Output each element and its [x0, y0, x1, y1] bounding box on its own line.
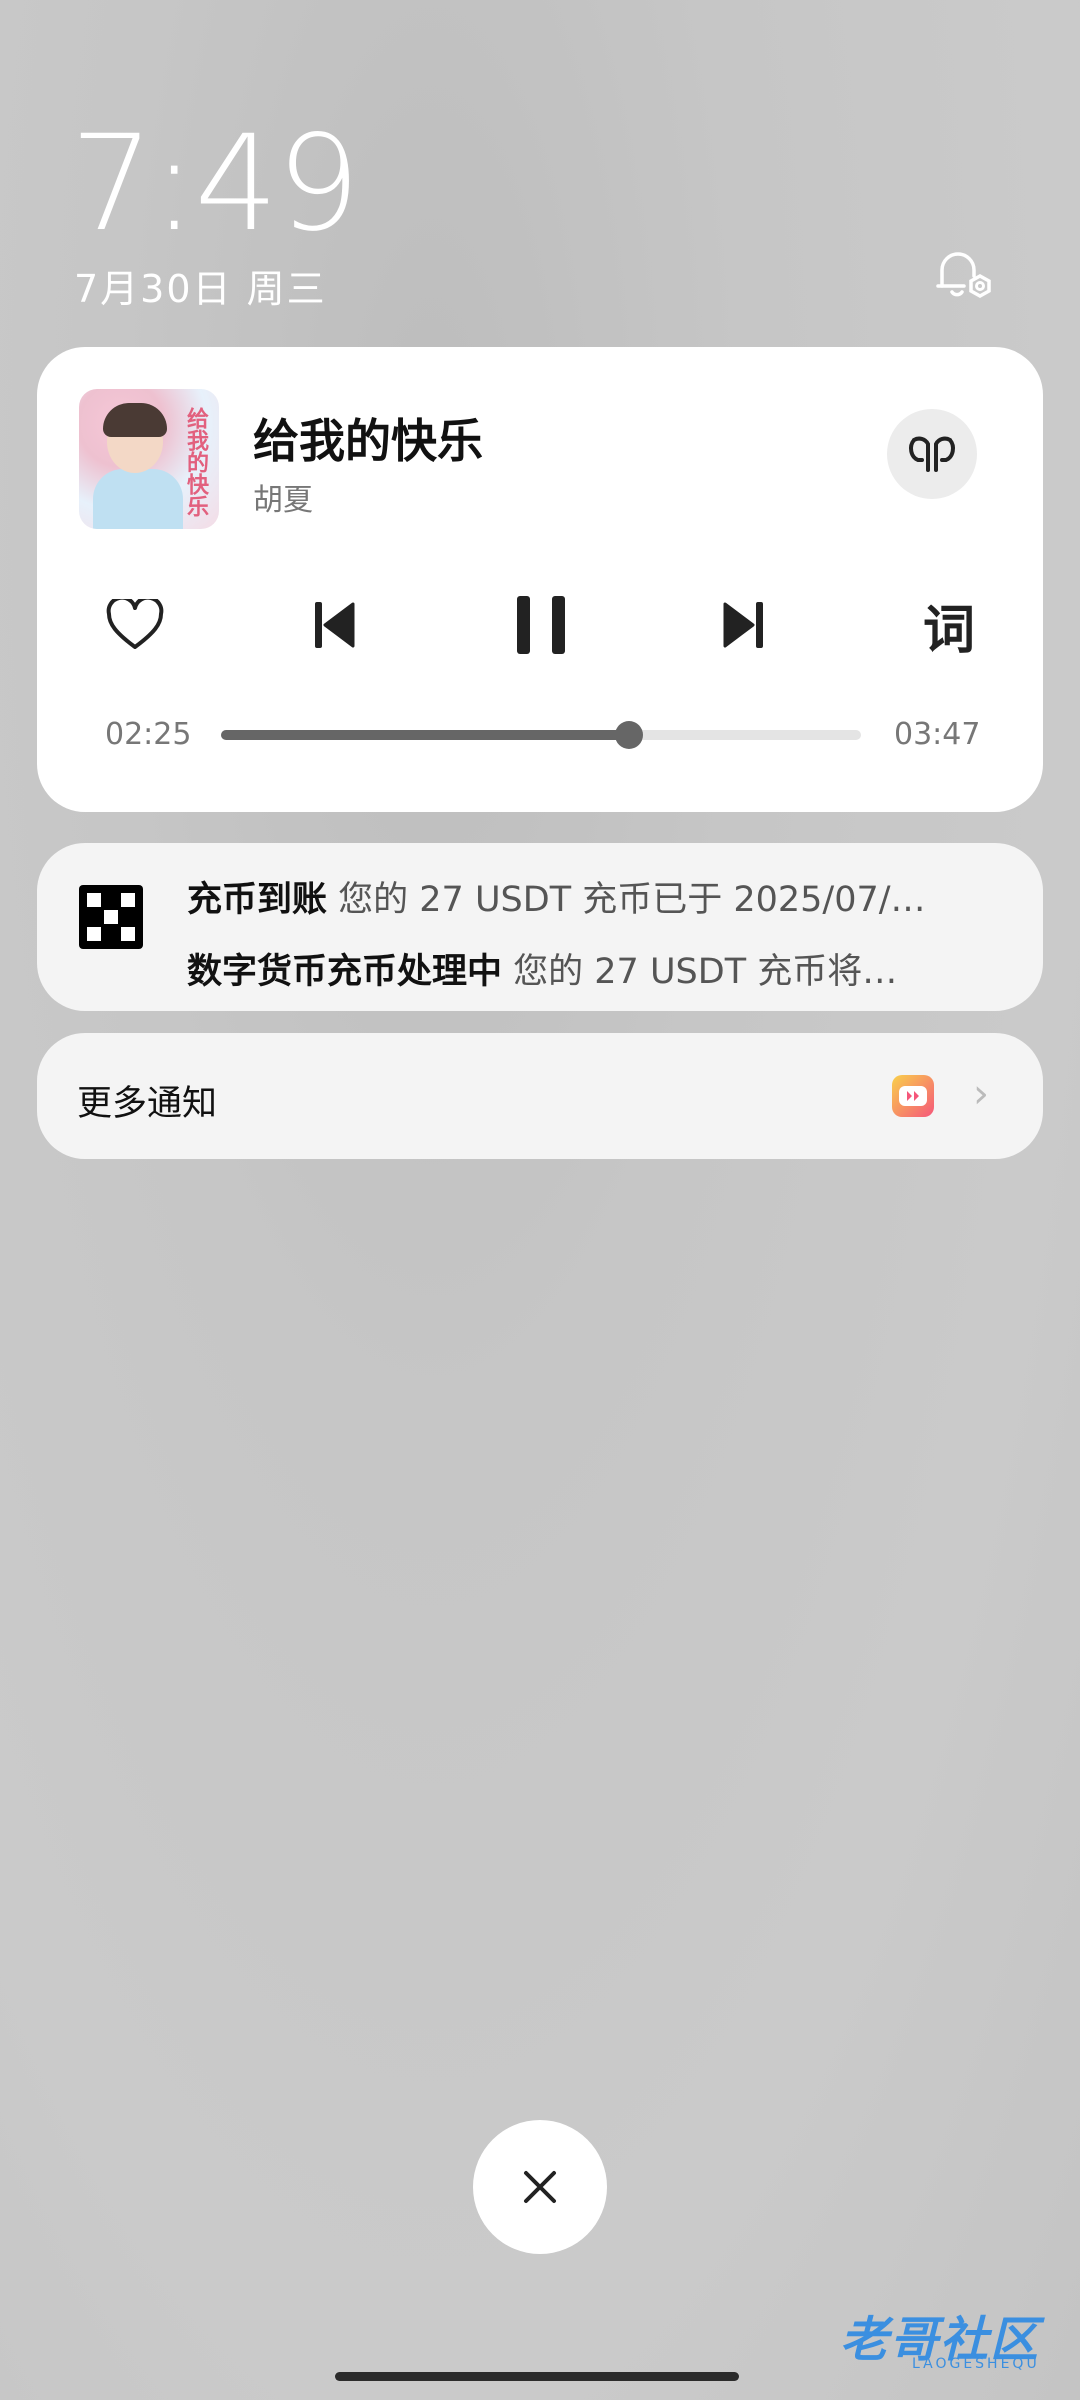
total-duration: 03:47	[894, 717, 981, 752]
album-art[interactable]: 给我的快乐	[79, 389, 219, 529]
notification-settings-icon[interactable]	[934, 246, 996, 302]
earbuds-icon	[909, 436, 955, 472]
media-player-card[interactable]: 给我的快乐 给我的快乐 胡夏 词 02:25 03:47	[37, 347, 1043, 812]
lyrics-button[interactable]: 词	[909, 585, 989, 665]
heart-icon	[106, 599, 164, 649]
album-art-figure-hair	[103, 403, 167, 437]
notification-item-1[interactable]: 充币到账 您的 27 USDT 充币已于 2025/07/…	[187, 871, 1027, 922]
okx-app-icon	[79, 885, 143, 949]
watermark-subtitle: LAOGESHEQU	[912, 2356, 1040, 2372]
skip-next-icon	[723, 602, 763, 648]
next-track-button[interactable]	[703, 585, 783, 665]
skip-previous-icon	[315, 602, 355, 648]
notification-item-2-body: 您的 27 USDT 充币将…	[513, 952, 898, 992]
elapsed-time: 02:25	[105, 717, 192, 752]
notification-item-2-title: 数字货币充币处理中	[187, 952, 503, 992]
notification-card[interactable]: 充币到账 您的 27 USDT 充币已于 2025/07/… 数字货币充币处理中…	[37, 843, 1043, 1011]
song-title: 给我的快乐	[253, 414, 483, 468]
notification-item-1-body: 您的 27 USDT 充币已于 2025/07/…	[338, 880, 926, 920]
album-art-figure-body	[93, 469, 183, 529]
chevron-right-icon: ›	[973, 1071, 989, 1117]
favorite-button[interactable]	[95, 585, 175, 665]
lockscreen-date: 7月30日 周三	[74, 267, 327, 311]
audio-output-button[interactable]	[887, 409, 977, 499]
lockscreen-clock: 7:49	[70, 107, 360, 261]
album-art-text: 给我的快乐	[183, 407, 208, 517]
more-notifications-row[interactable]: 更多通知 ›	[37, 1033, 1043, 1159]
artist-name: 胡夏	[253, 483, 313, 518]
notification-item-1-title: 充币到账	[187, 880, 328, 920]
progress-bar-thumb[interactable]	[615, 721, 644, 749]
close-button[interactable]	[473, 2120, 607, 2254]
previous-track-button[interactable]	[295, 585, 375, 665]
progress-bar[interactable]	[221, 721, 861, 749]
pause-button[interactable]	[501, 585, 581, 665]
close-icon	[524, 2171, 556, 2203]
home-indicator[interactable]	[335, 2372, 739, 2381]
more-notifications-label: 更多通知	[77, 1084, 218, 1124]
progress-bar-fill	[221, 730, 630, 740]
app-icon	[892, 1075, 934, 1117]
notification-item-2[interactable]: 数字货币充币处理中 您的 27 USDT 充币将…	[187, 943, 1027, 994]
pause-icon	[517, 596, 565, 654]
